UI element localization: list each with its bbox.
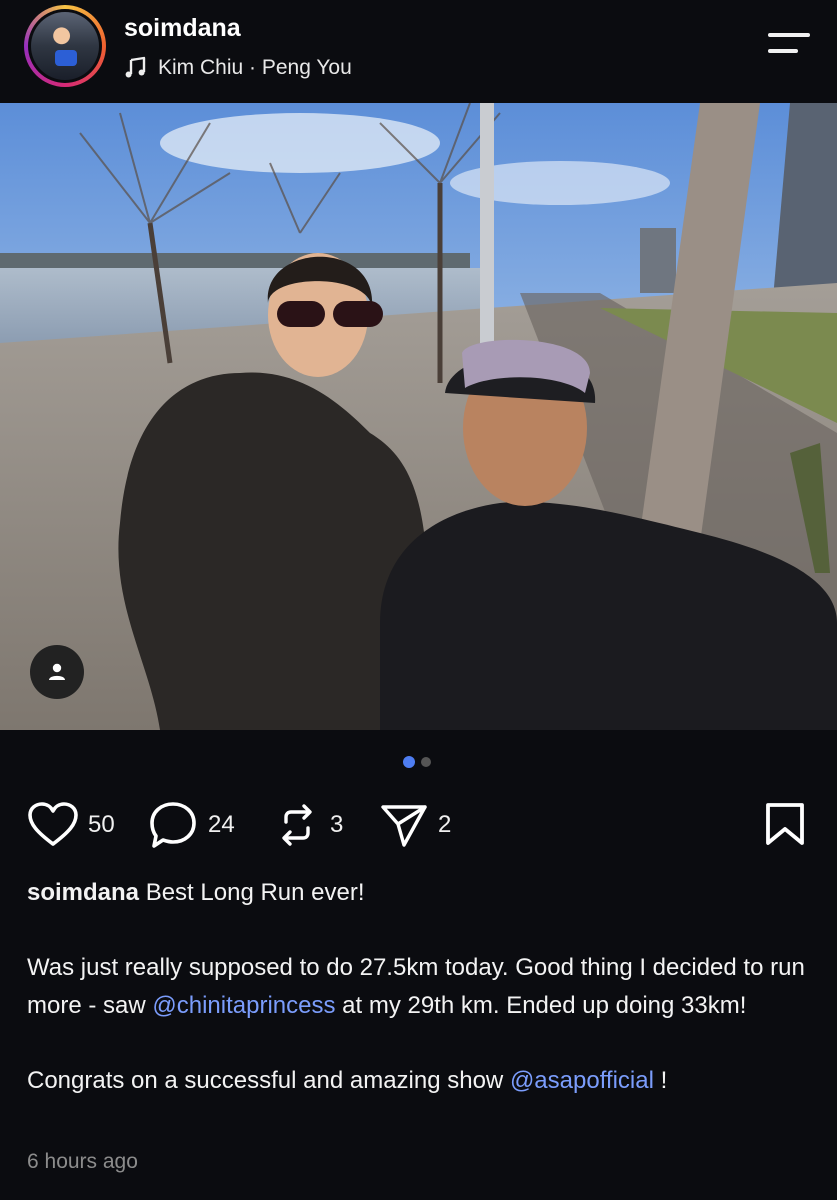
- caption-username[interactable]: soimdana: [27, 879, 139, 906]
- caption-text: at my 29th km. Ended up doing 33km!: [335, 992, 747, 1019]
- carousel-dot: [421, 757, 431, 767]
- caption-paragraph: Congrats on a successful and amazing sho…: [27, 1062, 817, 1100]
- send-icon: [381, 805, 427, 847]
- music-note-icon: [125, 56, 146, 78]
- like-count: 50: [88, 811, 115, 838]
- caption-paragraph: Was just really supposed to do 27.5km to…: [27, 949, 817, 1025]
- comment-button[interactable]: 24: [148, 800, 235, 850]
- username[interactable]: soimdana: [124, 14, 241, 43]
- post-caption: soimdana Best Long Run ever! Was just re…: [27, 874, 817, 1100]
- repost-icon: [282, 804, 312, 846]
- avatar[interactable]: [24, 5, 106, 87]
- repost-count: 3: [330, 811, 344, 838]
- person-icon: [49, 663, 65, 680]
- like-button[interactable]: 50: [28, 800, 115, 850]
- action-bar: 50 24 3 2: [28, 800, 808, 850]
- save-button[interactable]: [764, 802, 806, 851]
- avatar-photo: [31, 12, 99, 80]
- comment-count: 24: [208, 811, 235, 838]
- share-button[interactable]: 2: [380, 800, 451, 850]
- bookmark-icon: [766, 803, 804, 845]
- menu-line-icon: [768, 49, 798, 53]
- post-timestamp: 6 hours ago: [27, 1150, 138, 1173]
- share-count: 2: [438, 811, 452, 838]
- caption-title-line: soimdana Best Long Run ever!: [27, 874, 817, 912]
- caption-text: !: [653, 1067, 668, 1094]
- tagged-users-button[interactable]: [30, 645, 84, 699]
- repost-button[interactable]: 3: [274, 800, 343, 850]
- carousel-dot-active: [403, 756, 415, 768]
- caption-text: Congrats on a successful and amazing sho…: [27, 1067, 510, 1094]
- carousel-indicator: [403, 756, 431, 768]
- comment-icon: [150, 802, 196, 848]
- mention-link[interactable]: @asapofficial: [510, 1067, 654, 1094]
- post-header: soimdana Kim Chiu · Peng You: [0, 0, 837, 103]
- photo-image: [0, 103, 837, 730]
- menu-line-icon: [768, 33, 810, 37]
- heart-icon: [28, 802, 78, 846]
- caption-title: Best Long Run ever!: [145, 879, 365, 906]
- mention-link[interactable]: @chinitaprincess: [152, 992, 335, 1019]
- music-info[interactable]: Kim Chiu · Peng You: [124, 54, 352, 82]
- menu-button[interactable]: [762, 30, 814, 64]
- music-label: Kim Chiu · Peng You: [158, 56, 352, 79]
- post-photo[interactable]: [0, 103, 837, 730]
